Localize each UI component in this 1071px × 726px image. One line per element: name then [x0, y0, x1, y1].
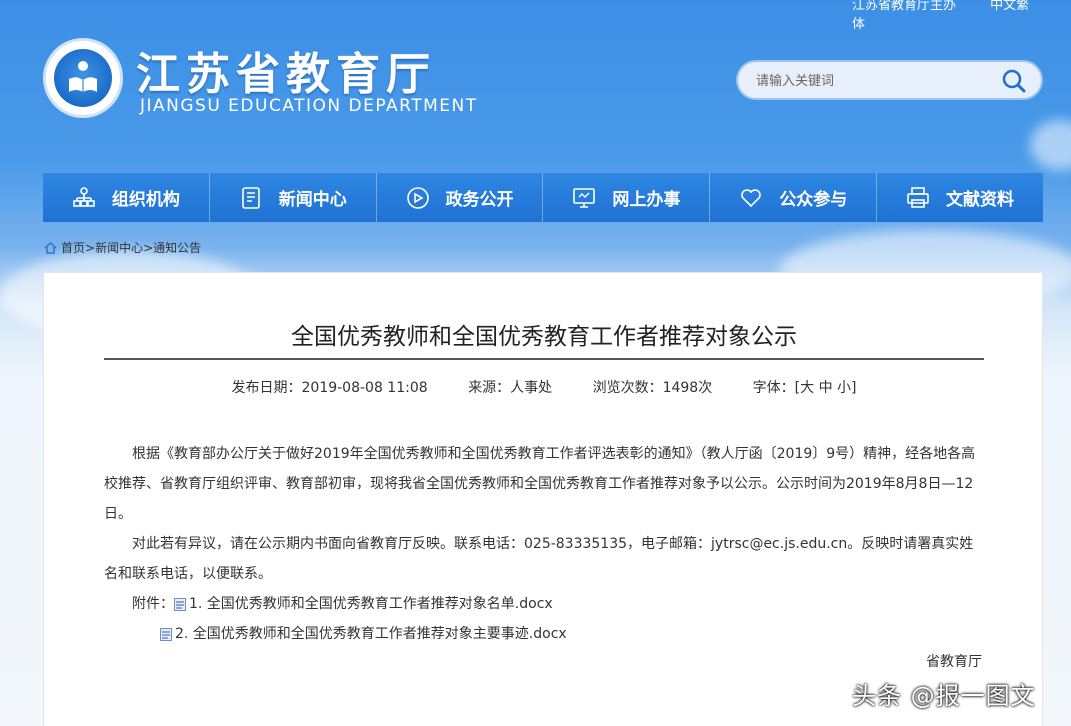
- attachment-label: 附件：: [132, 596, 174, 612]
- attachment-row: 附件： 1. 全国优秀教师和全国优秀教育工作者推荐对象名单.docx: [104, 589, 984, 619]
- watermark: 头条 @报一图文: [852, 682, 1036, 710]
- document-icon: [241, 186, 260, 209]
- attachment-row: 2. 全国优秀教师和全国优秀教育工作者推荐对象主要事迹.docx: [104, 619, 984, 649]
- department-logo[interactable]: [43, 38, 123, 118]
- search-icon[interactable]: [1001, 68, 1027, 94]
- org-chart-icon: [73, 186, 95, 207]
- nav-item-online-service[interactable]: 网上办事: [543, 173, 711, 222]
- nav-label: 文献资料: [946, 190, 1015, 210]
- font-size-switcher[interactable]: 字体：[大 中 小]: [753, 380, 857, 396]
- main-nav: 组织机构 新闻中心 政务公开 网上办事 公众参与 文献资料: [43, 173, 1043, 222]
- publish-date: 发布日期：2019-08-08 11:08: [231, 380, 428, 396]
- article-meta: 发布日期：2019-08-08 11:08 来源：人事处 浏览次数：1498次 …: [44, 377, 1044, 397]
- breadcrumb-news[interactable]: 新闻中心: [95, 239, 143, 256]
- nav-item-gov-affairs[interactable]: 政务公开: [377, 173, 544, 222]
- word-doc-icon: [160, 627, 172, 641]
- nav-label: 政务公开: [445, 190, 514, 210]
- breadcrumb-separator: >: [85, 240, 96, 255]
- home-icon: [44, 241, 57, 254]
- view-count: 浏览次数：1498次: [592, 380, 713, 396]
- article-panel: 全国优秀教师和全国优秀教育工作者推荐对象公示 发布日期：2019-08-08 1…: [43, 272, 1043, 726]
- article-paragraph: 根据《教育部办公厅关于做好2019年全国优秀教师和全国优秀教育工作者评选表彰的通…: [104, 446, 976, 522]
- breadcrumb-separator: >: [143, 240, 154, 255]
- article-body: 根据《教育部办公厅关于做好2019年全国优秀教师和全国优秀教育工作者评选表彰的通…: [104, 439, 984, 649]
- nav-label: 新闻中心: [278, 190, 347, 210]
- figure-icon: [78, 61, 88, 71]
- printer-icon: [907, 186, 929, 208]
- signature: 省教育厅: [926, 654, 982, 670]
- monitor-icon: [573, 187, 596, 208]
- cloud-decoration: [1030, 120, 1071, 170]
- article-title: 全国优秀教师和全国优秀教育工作者推荐对象公示: [291, 324, 797, 350]
- breadcrumb-home[interactable]: 首页: [61, 239, 85, 256]
- top-links: 江苏省教育厅主办 中文繁体: [852, 0, 1071, 32]
- title-divider: [104, 358, 984, 360]
- article-source: 来源：人事处: [468, 380, 553, 396]
- nav-item-news[interactable]: 新闻中心: [210, 173, 377, 222]
- search-box: [736, 60, 1043, 100]
- book-icon: [69, 77, 97, 92]
- heart-icon: [741, 188, 762, 207]
- site-title: 江苏省教育厅: [136, 49, 436, 100]
- nav-item-public-participation[interactable]: 公众参与: [710, 173, 878, 222]
- logo-emblem: [54, 49, 112, 107]
- search-input[interactable]: [756, 70, 986, 92]
- breadcrumb-notice[interactable]: 通知公告: [153, 239, 201, 256]
- attachment-link[interactable]: 2. 全国优秀教师和全国优秀教育工作者推荐对象主要事迹.docx: [175, 619, 567, 649]
- breadcrumb: 首页 > 新闻中心 > 通知公告: [44, 239, 201, 256]
- nav-label: 公众参与: [779, 190, 848, 210]
- megaphone-icon: [406, 186, 429, 209]
- top-link-host[interactable]: 江苏省教育厅主办: [852, 0, 956, 13]
- attachment-link[interactable]: 1. 全国优秀教师和全国优秀教育工作者推荐对象名单.docx: [189, 589, 553, 619]
- site-subtitle: JIANGSU EDUCATION DEPARTMENT: [140, 96, 478, 116]
- nav-item-literature[interactable]: 文献资料: [877, 173, 1043, 222]
- nav-item-organization[interactable]: 组织机构: [43, 173, 210, 222]
- word-doc-icon: [174, 597, 186, 611]
- nav-label: 组织机构: [111, 190, 180, 210]
- nav-label: 网上办事: [612, 190, 681, 210]
- article-paragraph: 对此若有异议，请在公示期内书面向省教育厅反映。联系电话：025-83335135…: [104, 536, 974, 582]
